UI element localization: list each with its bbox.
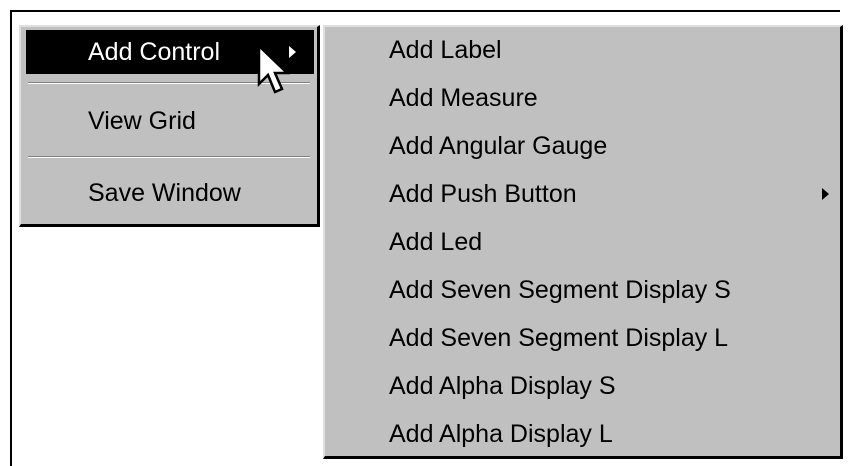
submenu-item-label: Add Seven Segment Display L [389,324,729,352]
screen-area: Add Control View Grid Save Window Add La… [0,0,850,466]
submenu-item-add-led[interactable]: Add Led [329,220,834,264]
submenu-item-label: Add Alpha Display S [389,372,616,400]
submenu-item-add-alpha-display-l[interactable]: Add Alpha Display L [329,412,834,456]
submenu-item-add-label[interactable]: Add Label [329,28,834,72]
menu-item-save-window[interactable]: Save Window [26,171,314,215]
submenu-item-label: Add Angular Gauge [389,132,608,160]
window-top-border [10,10,840,12]
menu-item-label: Save Window [88,179,241,207]
submenu-item-add-alpha-display-s[interactable]: Add Alpha Display S [329,364,834,408]
submenu-arrow-icon [822,188,829,200]
menu-item-view-grid[interactable]: View Grid [26,99,314,143]
submenu-item-label: Add Led [389,228,483,256]
window-left-border [10,10,12,466]
submenu-item-add-seven-segment-display-l[interactable]: Add Seven Segment Display L [329,316,834,360]
submenu-item-label: Add Measure [389,84,538,112]
submenu-item-add-measure[interactable]: Add Measure [329,76,834,120]
add-control-submenu: Add Label Add Measure Add Angular Gauge … [323,25,843,459]
submenu-item-add-seven-segment-display-s[interactable]: Add Seven Segment Display S [329,268,834,312]
submenu-item-label: Add Push Button [389,180,577,208]
submenu-item-label: Add Seven Segment Display S [389,276,731,304]
submenu-item-add-push-button[interactable]: Add Push Button [329,172,834,216]
submenu-item-add-angular-gauge[interactable]: Add Angular Gauge [329,124,834,168]
menu-item-label: Add Control [88,38,221,66]
menu-item-label: View Grid [88,107,196,135]
submenu-item-label: Add Label [389,36,502,64]
menu-separator [28,156,310,158]
mouse-pointer-icon [257,44,291,94]
submenu-item-label: Add Alpha Display L [389,420,613,448]
